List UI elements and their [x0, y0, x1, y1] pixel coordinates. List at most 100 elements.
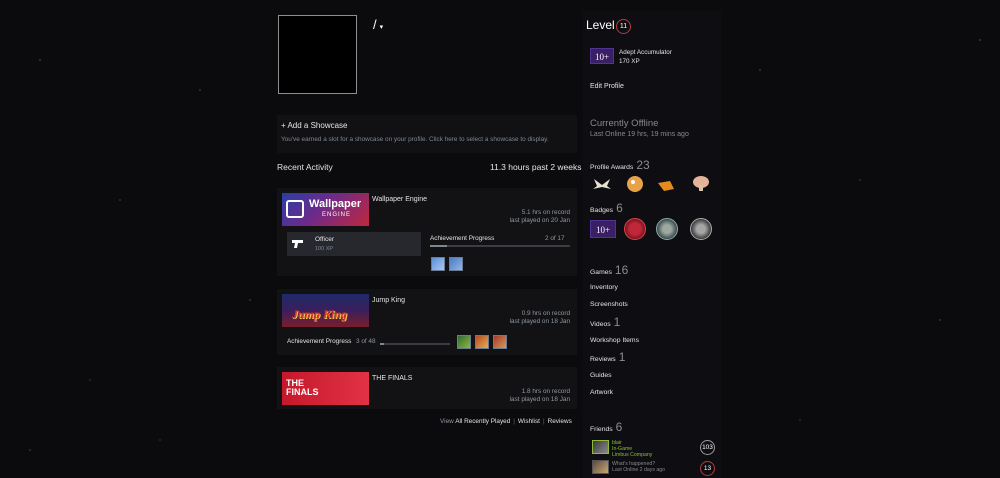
achievement-name: Officer	[315, 236, 335, 243]
sidebar-link-guides[interactable]: Guides	[590, 372, 612, 379]
achievement-progress-bar	[430, 245, 570, 247]
capsule-title: Wallpaper	[309, 198, 362, 210]
separator: |	[513, 418, 515, 425]
achievement-officer[interactable]: Officer 100 XP	[287, 232, 421, 256]
separator: |	[542, 418, 545, 425]
friends-link[interactable]: Friends 6	[590, 420, 622, 434]
game-name[interactable]: Jump King	[372, 297, 405, 304]
profile-awards-link[interactable]: Profile Awards 23	[590, 158, 650, 172]
award-wings-icon[interactable]	[592, 176, 612, 194]
game-last-played: last played on 18 Jan	[509, 396, 570, 403]
add-showcase-desc: You've earned a slot for a showcase on y…	[281, 136, 549, 143]
badge-red-icon[interactable]	[624, 218, 646, 240]
badges-label: Badges	[590, 207, 614, 214]
friends-label: Friends	[590, 426, 613, 433]
sidebar-link-count: 1	[618, 350, 626, 364]
award-sticker-icon[interactable]	[656, 177, 676, 195]
game-capsule-the-finals[interactable]: THE FINALS	[282, 372, 369, 405]
sidebar-link-label: Workshop Items	[590, 337, 639, 344]
last-online: Last Online 19 hrs, 19 mins ago	[590, 131, 689, 138]
capsule-title: THE FINALS	[286, 378, 319, 397]
profile-awards-count: 23	[636, 158, 650, 172]
add-showcase-title[interactable]: + Add a Showcase	[281, 121, 348, 130]
game-capsule-wallpaper-engine[interactable]: Wallpaper ENGINE	[282, 193, 369, 226]
achievement-icon[interactable]	[475, 335, 489, 349]
achievement-icon[interactable]	[449, 257, 463, 271]
level-badge[interactable]: 11	[616, 19, 631, 34]
sidebar-link-count: 16	[614, 263, 629, 277]
level-label: Level	[586, 18, 615, 32]
xp-badge-icon[interactable]: 10+	[590, 48, 614, 64]
edit-profile-button[interactable]: Edit Profile	[590, 83, 624, 90]
achievement-progress-label: Achievement Progress	[430, 235, 495, 242]
game-hours: 0.9 hrs on record	[521, 310, 570, 317]
award-creature-icon[interactable]	[625, 175, 645, 193]
sidebar-link-inventory[interactable]: Inventory	[590, 284, 618, 291]
all-recently-played-link[interactable]: All Recently Played	[455, 418, 510, 425]
friend-level-badge: 13	[700, 461, 715, 476]
game-capsule-jump-king[interactable]: Jump King	[282, 294, 369, 327]
sidebar-link-label: Videos	[590, 321, 611, 328]
badge-xp-icon[interactable]: 10+	[590, 220, 616, 238]
recent-activity-title: Recent Activity	[277, 162, 333, 172]
sidebar-link-artwork[interactable]: Artwork	[590, 389, 613, 396]
achievement-progress-count: 3 of 48	[356, 338, 376, 345]
profile-name[interactable]: / ▾	[373, 17, 383, 32]
sidebar-link-label: Games	[590, 269, 612, 276]
game-hours: 5.1 hrs on record	[521, 209, 570, 216]
friend-avatar[interactable]	[592, 460, 609, 474]
badges-link[interactable]: Badges 6	[590, 201, 623, 215]
sidebar-link-count: 1	[613, 315, 621, 329]
friend-level-badge: 103	[700, 440, 715, 455]
game-name[interactable]: THE FINALS	[372, 375, 412, 382]
profile-avatar[interactable]	[278, 15, 357, 94]
sidebar-link-label: Guides	[590, 372, 612, 379]
capsule-title: Jump King	[292, 307, 348, 321]
friend-game: Limbus Company	[612, 452, 653, 458]
recent-activity-footer: View All Recently Played | Wishlist | Review…	[440, 418, 572, 425]
profile-sidebar	[583, 11, 721, 478]
achievement-progress-label: Achievement Progress	[287, 338, 352, 345]
capsule-subtitle: ENGINE	[322, 212, 352, 218]
friend-status: Last Online 2 days ago	[612, 467, 666, 473]
view-label: View	[440, 418, 454, 425]
sidebar-link-reviews[interactable]: Reviews 1	[590, 350, 625, 364]
badge-shield-icon[interactable]	[656, 218, 678, 240]
sidebar-link-games[interactable]: Games 16	[590, 263, 628, 277]
friends-count: 6	[615, 420, 623, 434]
game-last-played: last played on 18 Jan	[509, 318, 570, 325]
friend-avatar[interactable]	[592, 440, 609, 454]
gun-icon	[292, 240, 303, 248]
reviews-link[interactable]: Reviews	[548, 418, 572, 425]
badges-count: 6	[616, 201, 623, 215]
sidebar-link-screenshots[interactable]: Screenshots	[590, 301, 628, 308]
sidebar-link-label: Artwork	[590, 389, 614, 396]
sidebar-link-label: Screenshots	[590, 301, 628, 308]
profile-awards-label: Profile Awards	[590, 164, 634, 171]
badge-silver-icon[interactable]	[690, 218, 712, 240]
chevron-down-icon[interactable]: ▾	[380, 24, 384, 31]
achievement-icon[interactable]	[457, 335, 471, 349]
game-row-the-finals: THE FINALS THE FINALS 1.8 hrs on record …	[277, 367, 577, 409]
game-row-jump-king: Jump King Jump King 0.9 hrs on record la…	[277, 289, 577, 355]
add-showcase-panel[interactable]: + Add a Showcase You've earned a slot fo…	[277, 115, 577, 153]
sidebar-link-workshop[interactable]: Workshop Items	[590, 337, 639, 344]
sidebar-link-label: Reviews	[590, 356, 616, 363]
wallpaper-engine-logo-icon	[286, 200, 304, 218]
game-hours: 1.8 hrs on record	[521, 388, 570, 395]
online-status: Currently Offline	[590, 118, 659, 129]
sidebar-link-label: Inventory	[590, 284, 618, 291]
sidebar-link-videos[interactable]: Videos 1	[590, 315, 620, 329]
achievement-icon[interactable]	[493, 335, 507, 349]
game-row-wallpaper-engine: Wallpaper ENGINE Wallpaper Engine 5.1 hr…	[277, 188, 577, 276]
achievement-progress-fill	[430, 245, 447, 247]
achievement-progress-bar	[380, 343, 450, 345]
wishlist-link[interactable]: Wishlist	[518, 418, 540, 425]
award-mushroom-icon[interactable]	[691, 175, 711, 193]
recent-activity-hours: 11.3 hours past 2 weeks	[490, 162, 582, 172]
profile-name-text: /	[373, 17, 377, 32]
game-last-played: last played on 20 Jan	[509, 217, 570, 224]
achievement-icon[interactable]	[431, 257, 445, 271]
game-name[interactable]: Wallpaper Engine	[372, 196, 427, 203]
achievement-progress-count: 2 of 17	[545, 235, 565, 242]
